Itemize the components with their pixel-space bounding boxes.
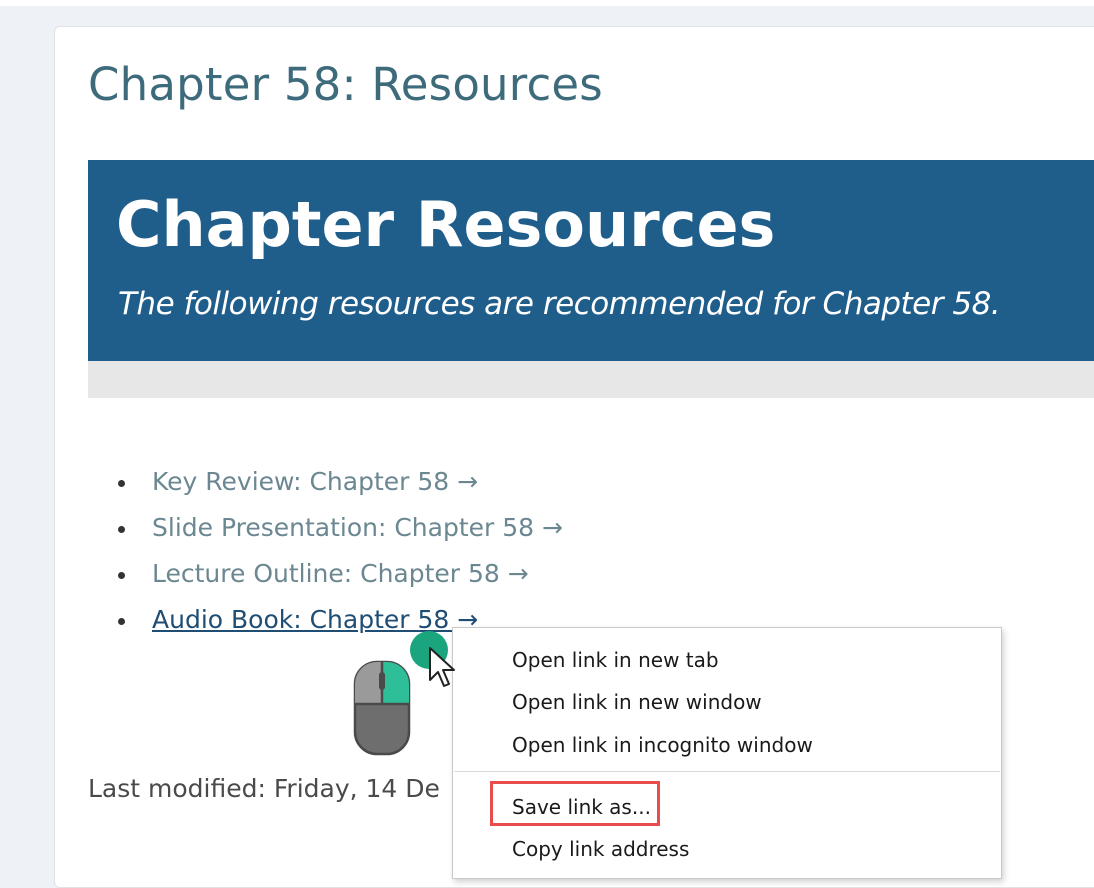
menu-item-open-new-tab[interactable]: Open link in new tab bbox=[512, 648, 719, 672]
mouse-left-click-icon bbox=[353, 660, 411, 756]
menu-item-open-incognito[interactable]: Open link in incognito window bbox=[512, 733, 813, 757]
resource-link[interactable]: Slide Presentation: Chapter 58 → bbox=[152, 513, 563, 542]
resource-link[interactable]: Lecture Outline: Chapter 58 → bbox=[152, 559, 529, 588]
top-strip bbox=[0, 0, 1094, 6]
page-title: Chapter 58: Resources bbox=[88, 58, 603, 111]
banner-bar bbox=[88, 361, 1094, 398]
menu-item-open-new-window[interactable]: Open link in new window bbox=[512, 690, 762, 714]
arrow-cursor-icon bbox=[429, 647, 455, 687]
banner-title: Chapter Resources bbox=[116, 188, 776, 261]
resources-banner: Chapter Resources The following resource… bbox=[88, 160, 1094, 361]
last-modified: Last modified: Friday, 14 De bbox=[88, 774, 440, 803]
resource-item-key-review[interactable]: Key Review: Chapter 58 → bbox=[116, 462, 563, 508]
menu-separator bbox=[454, 771, 1000, 772]
menu-item-copy-link-address[interactable]: Copy link address bbox=[512, 837, 689, 861]
resource-link[interactable]: Key Review: Chapter 58 → bbox=[152, 467, 478, 496]
resource-item-lecture-outline[interactable]: Lecture Outline: Chapter 58 → bbox=[116, 554, 563, 600]
resource-list: Key Review: Chapter 58 → Slide Presentat… bbox=[116, 462, 563, 646]
banner-subtitle: The following resources are recommended … bbox=[118, 286, 1001, 322]
resource-item-slide-presentation[interactable]: Slide Presentation: Chapter 58 → bbox=[116, 508, 563, 554]
resource-link[interactable]: Audio Book: Chapter 58 → bbox=[152, 605, 478, 634]
context-menu: Open link in new tab Open link in new wi… bbox=[452, 627, 1002, 879]
save-link-highlight bbox=[490, 781, 660, 826]
